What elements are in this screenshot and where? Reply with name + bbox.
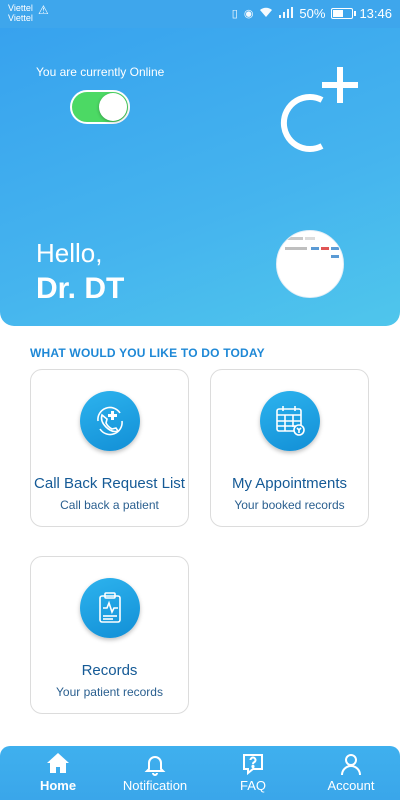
battery-icon bbox=[331, 8, 357, 19]
nav-faq[interactable]: FAQ bbox=[203, 746, 303, 800]
status-bar: Viettel Viettel ⚠ ▯ ◉ 50% 13:46 bbox=[0, 0, 400, 28]
nav-label: Notification bbox=[122, 778, 188, 793]
status-indicators: ▯ ◉ 50% 13:46 bbox=[232, 6, 392, 21]
faq-icon bbox=[243, 754, 263, 776]
bell-icon bbox=[144, 756, 166, 776]
clipboard-icon bbox=[79, 578, 140, 638]
card-title: Call Back Request List bbox=[34, 475, 185, 492]
records-card[interactable]: Records Your patient records bbox=[30, 556, 189, 714]
section-title: WHAT WOULD YOU LIKE TO DO TODAY bbox=[30, 346, 265, 360]
profile-header: You are currently Online Hello, Dr. DT bbox=[0, 28, 400, 326]
user-icon bbox=[341, 754, 361, 776]
phone-callback-icon bbox=[79, 391, 140, 451]
nav-notification[interactable]: Notification bbox=[105, 746, 205, 800]
wifi-icon bbox=[259, 7, 273, 21]
callback-request-card[interactable]: Call Back Request List Call back a patie… bbox=[30, 369, 189, 527]
nav-account[interactable]: Account bbox=[301, 746, 400, 800]
online-status-text: You are currently Online bbox=[36, 65, 165, 79]
clock: 13:46 bbox=[359, 6, 392, 21]
bottom-nav: Home Notification FAQ Account bbox=[0, 746, 400, 800]
appointments-card[interactable]: My Appointments Your booked records bbox=[210, 369, 369, 527]
carrier-2: Viettel bbox=[8, 13, 33, 23]
battery-percent: 50% bbox=[299, 6, 326, 21]
signal-icon bbox=[279, 6, 294, 21]
eye-icon: ◉ bbox=[243, 8, 254, 20]
nav-label: Account bbox=[327, 778, 375, 793]
home-icon bbox=[47, 753, 69, 773]
app-logo bbox=[280, 67, 358, 152]
card-title: Records bbox=[81, 662, 138, 679]
nav-label: Home bbox=[39, 778, 77, 793]
vibrate-icon: ▯ bbox=[231, 8, 238, 20]
card-subtitle: Call back a patient bbox=[60, 498, 159, 512]
card-subtitle: Your booked records bbox=[234, 498, 345, 512]
toggle-knob bbox=[99, 93, 127, 121]
calendar-icon bbox=[259, 391, 320, 451]
avatar[interactable] bbox=[276, 230, 344, 298]
doctor-name: Dr. DT bbox=[36, 272, 125, 305]
greeting: Hello, bbox=[36, 238, 103, 268]
nav-label: FAQ bbox=[239, 778, 266, 793]
card-subtitle: Your patient records bbox=[56, 685, 163, 699]
warning-icon: ⚠ bbox=[38, 3, 49, 17]
carrier-1: Viettel bbox=[8, 3, 33, 13]
card-title: My Appointments bbox=[231, 475, 348, 492]
nav-home[interactable]: Home bbox=[8, 746, 108, 800]
carrier-info: Viettel Viettel ⚠ bbox=[8, 3, 49, 23]
online-toggle[interactable] bbox=[70, 90, 130, 124]
